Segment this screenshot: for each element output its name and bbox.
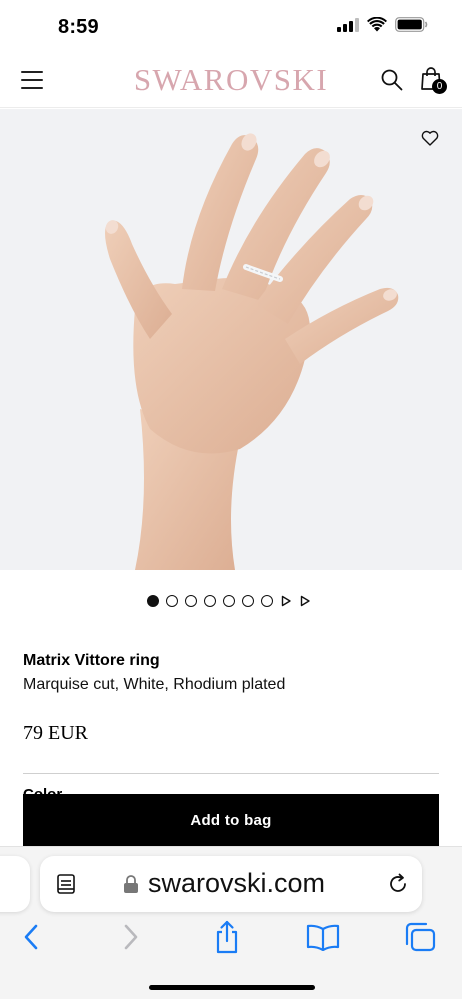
back-icon — [24, 924, 38, 950]
share-button[interactable] — [210, 919, 244, 955]
site-header: SWAROVSKI 0 — [0, 54, 462, 108]
tabs-icon — [405, 922, 436, 952]
previous-tab-preview[interactable] — [0, 856, 30, 912]
product-subtitle: Marquise cut, White, Rhodium plated — [23, 676, 286, 693]
carousel-dot[interactable] — [261, 595, 273, 607]
home-indicator — [149, 985, 315, 990]
heart-icon[interactable] — [420, 128, 440, 148]
play-video-icon[interactable] — [299, 595, 311, 607]
reload-icon[interactable] — [386, 872, 410, 896]
forward-icon — [124, 924, 138, 950]
browser-bar: swarovski.com — [0, 846, 462, 999]
battery-icon — [395, 17, 428, 32]
shopping-bag-button[interactable]: 0 — [420, 66, 447, 94]
divider — [23, 773, 439, 774]
product-title: Matrix Vittore ring — [23, 652, 160, 669]
lock-icon — [124, 875, 138, 893]
share-icon — [216, 920, 238, 954]
product-price: 79 EUR — [23, 722, 88, 744]
address-bar[interactable]: swarovski.com — [40, 856, 422, 912]
search-icon[interactable] — [380, 68, 404, 92]
bag-count-badge: 0 — [432, 79, 447, 94]
browser-toolbar — [0, 919, 462, 959]
status-time: 8:59 — [58, 16, 99, 38]
url-text[interactable]: swarovski.com — [148, 868, 325, 899]
carousel-dot[interactable] — [185, 595, 197, 607]
carousel-dot[interactable] — [242, 595, 254, 607]
product-image[interactable] — [0, 109, 462, 570]
status-icons — [337, 17, 428, 32]
back-button[interactable] — [14, 919, 48, 955]
carousel-dots — [147, 595, 311, 607]
hand-wearing-ring-image — [105, 133, 399, 570]
carousel-dot[interactable] — [204, 595, 216, 607]
add-to-bag-button[interactable]: Add to bag — [23, 794, 439, 846]
play-video-icon[interactable] — [280, 595, 292, 607]
carousel-dot[interactable] — [223, 595, 235, 607]
forward-button[interactable] — [114, 919, 148, 955]
tabs-button[interactable] — [403, 919, 437, 955]
carousel-dot[interactable] — [166, 595, 178, 607]
carousel-dot[interactable] — [147, 595, 159, 607]
status-bar: 8:59 — [0, 0, 462, 54]
wifi-icon — [367, 17, 387, 32]
cellular-signal-icon — [337, 17, 359, 32]
bookmarks-icon — [306, 924, 340, 951]
bookmarks-button[interactable] — [306, 919, 340, 955]
reader-icon[interactable] — [56, 873, 78, 895]
